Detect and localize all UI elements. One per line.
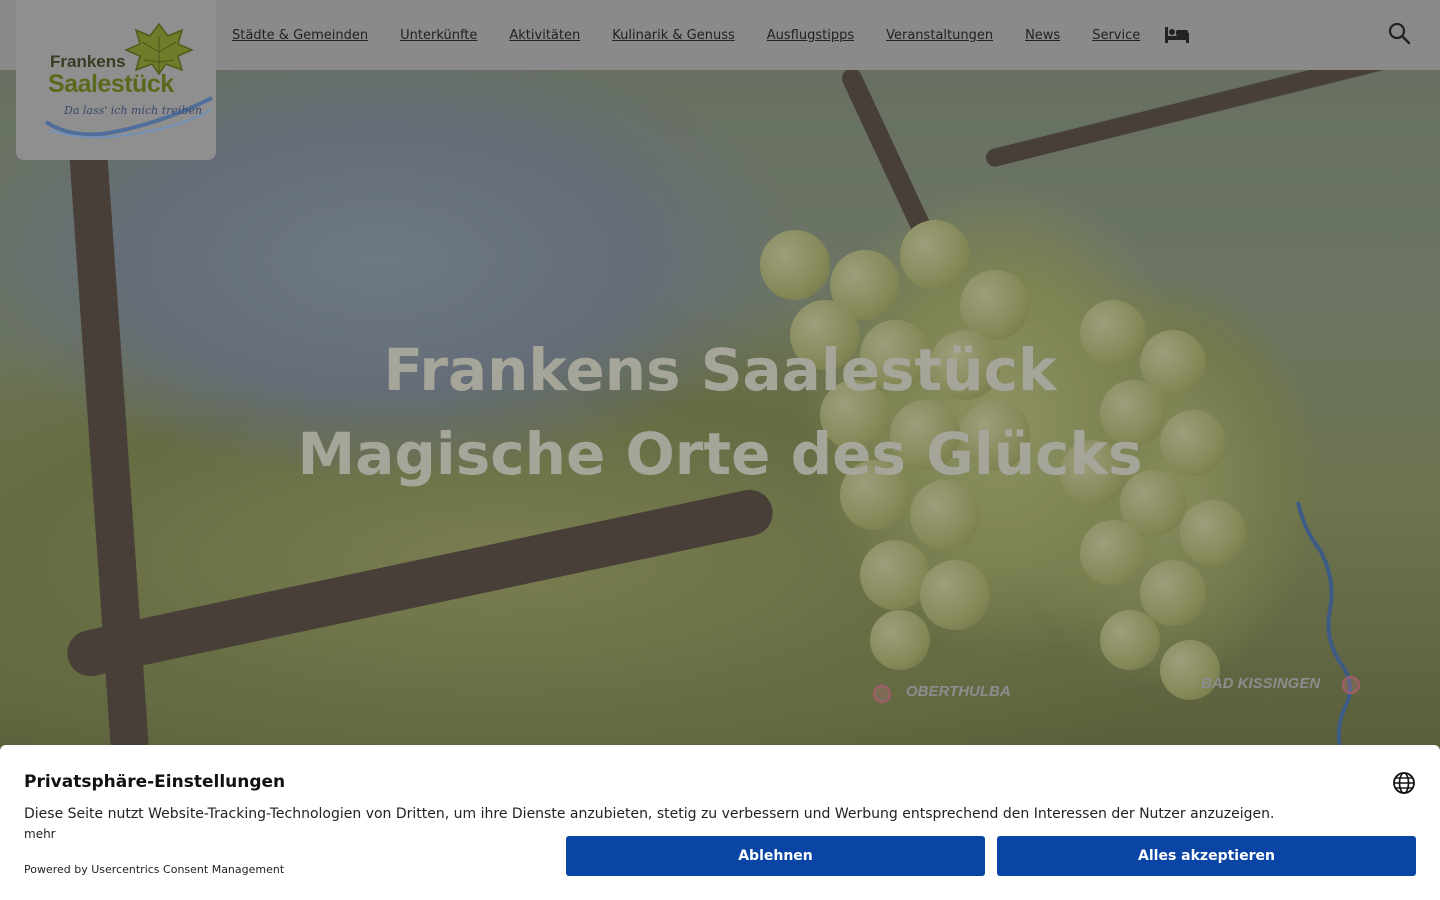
consent-description: Diese Seite nutzt Website-Tracking-Techn… — [24, 806, 1275, 822]
logo-slogan: Da lass' ich mich treiben — [64, 104, 203, 117]
search-icon[interactable] — [1386, 20, 1412, 46]
consent-more-link[interactable]: mehr — [24, 827, 56, 841]
nav-news[interactable]: News — [1025, 28, 1060, 43]
consent-banner: Privatsphäre-Einstellungen Diese Seite n… — [0, 745, 1440, 900]
site-logo[interactable]: Frankens Saalestück Da lass' ich mich tr… — [16, 0, 216, 160]
vine-leaf-icon — [124, 22, 194, 76]
globe-icon[interactable] — [1392, 771, 1416, 795]
main-navigation: Städte & Gemeinden Unterkünfte Aktivität… — [216, 0, 1190, 70]
map-label-bad-kissingen[interactable]: BAD KISSINGEN — [1201, 675, 1320, 692]
hero-title: Frankens Saalestück — [383, 336, 1057, 404]
nav-ausflugstipps[interactable]: Ausflugstipps — [767, 28, 854, 43]
bed-icon[interactable] — [1164, 25, 1190, 45]
accept-all-button[interactable]: Alles akzeptieren — [997, 836, 1416, 876]
hero-subtitle: Magische Orte des Glücks — [297, 420, 1143, 488]
map-pin-oberthulba[interactable] — [873, 685, 891, 703]
nav-service[interactable]: Service — [1092, 28, 1140, 43]
deny-button[interactable]: Ablehnen — [566, 836, 985, 876]
map-pin-bad-kissingen[interactable] — [1342, 676, 1360, 694]
consent-powered-by: Powered by Usercentrics Consent Manageme… — [24, 863, 285, 876]
nav-kulinarik-genuss[interactable]: Kulinarik & Genuss — [612, 28, 735, 43]
consent-title: Privatsphäre-Einstellungen — [24, 772, 286, 792]
nav-aktivitaeten[interactable]: Aktivitäten — [509, 28, 580, 43]
nav-unterkuenfte[interactable]: Unterkünfte — [400, 28, 477, 43]
river-line — [1296, 501, 1353, 749]
nav-staedte-gemeinden[interactable]: Städte & Gemeinden — [232, 28, 368, 43]
logo-text-frankens: Frankens — [50, 52, 126, 71]
nav-veranstaltungen[interactable]: Veranstaltungen — [886, 28, 993, 43]
map-label-oberthulba[interactable]: OBERTHULBA — [906, 683, 1011, 700]
